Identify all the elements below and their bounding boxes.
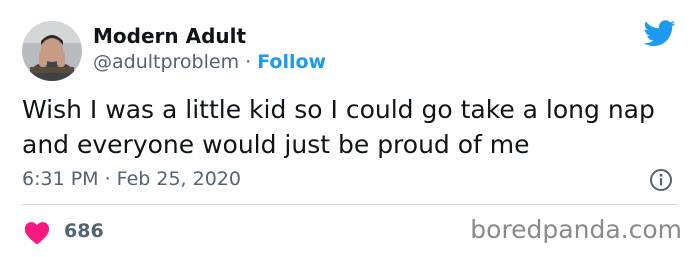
like-count: 686 (64, 220, 104, 242)
author-handle[interactable]: @adultproblem (93, 51, 239, 73)
tweet-timestamp[interactable]: 6:31 PM · Feb 25, 2020 (22, 166, 241, 192)
author-handle-row: @adultproblem · Follow (93, 49, 326, 75)
follow-button[interactable]: Follow (257, 51, 326, 73)
handle-separator: · (239, 51, 258, 73)
heart-icon[interactable] (24, 221, 50, 245)
author-display-name[interactable]: Modern Adult (93, 23, 246, 49)
boredpanda-watermark: boredpanda.com (470, 215, 682, 244)
info-icon[interactable] (649, 168, 673, 192)
tweet-text: Wish I was a little kid so I could go ta… (22, 95, 655, 159)
tweet-divider (22, 204, 678, 205)
twitter-bird-icon[interactable] (642, 20, 676, 48)
author-avatar[interactable] (22, 21, 82, 81)
